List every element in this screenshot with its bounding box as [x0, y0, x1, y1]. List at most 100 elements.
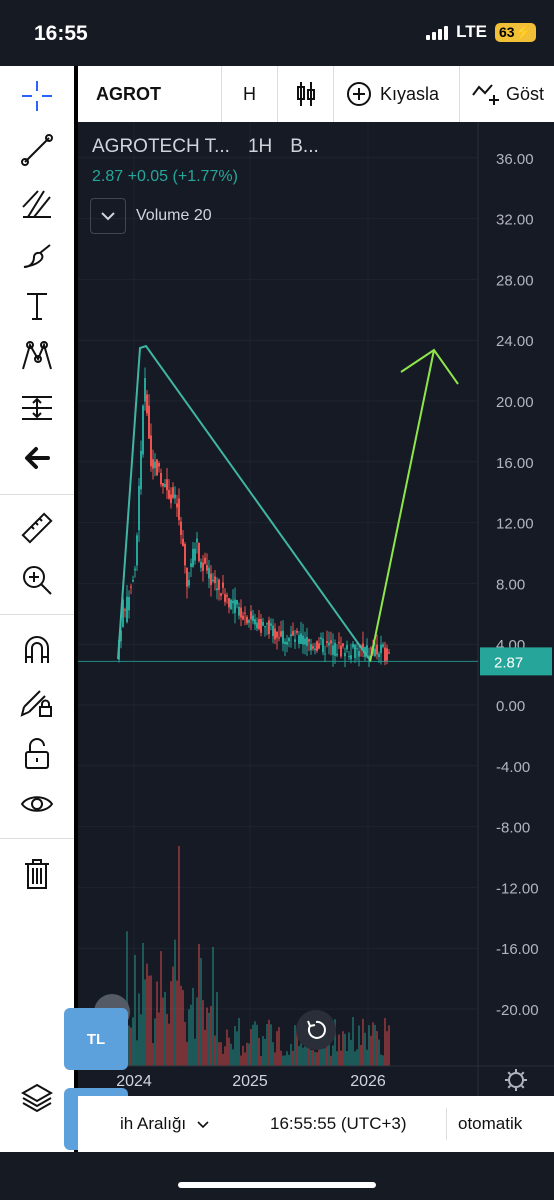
chart-panel[interactable]: 36.00 32.00 28.00 24.00 20.00 16.00 12.00 8.00 4…	[78, 122, 554, 1096]
volume-bar	[248, 1043, 250, 1066]
candle-body	[158, 463, 160, 467]
candle-body	[132, 580, 134, 582]
zoom-in-icon[interactable]	[0, 558, 74, 602]
volume-bar	[160, 951, 162, 1066]
currency-button[interactable]: TL	[64, 1008, 128, 1070]
volume-bar	[138, 993, 140, 1066]
candle-body	[234, 599, 236, 613]
candle-body	[232, 600, 234, 604]
candle-body	[226, 595, 228, 597]
indicators-button[interactable]: Göst	[460, 66, 554, 122]
clock-timezone[interactable]: 16:55:55 (UTC+3)	[270, 1114, 407, 1134]
symbol-button[interactable]: AGROT	[78, 66, 222, 122]
volume-bar	[154, 1018, 156, 1066]
magnet-icon[interactable]	[0, 628, 74, 672]
trendline-tool-icon[interactable]	[0, 128, 74, 172]
volume-bar	[196, 997, 198, 1066]
candle-body	[306, 637, 308, 646]
volume-label: Volume 20	[136, 207, 212, 224]
layers-icon[interactable]	[0, 1076, 74, 1120]
brush-tool-icon[interactable]	[0, 234, 74, 278]
candle-body	[144, 378, 146, 402]
chart-type-button[interactable]	[278, 66, 334, 122]
signal-icon	[426, 24, 449, 40]
volume-bar	[216, 992, 218, 1066]
price-tick-label: 8.00	[496, 576, 525, 593]
text-tool-icon[interactable]	[0, 284, 74, 328]
candle-body	[216, 588, 218, 591]
measure-range-icon[interactable]	[0, 386, 74, 430]
volume-bar	[194, 1038, 196, 1066]
candle-body	[202, 562, 204, 571]
volume-bar	[244, 1052, 246, 1066]
network-label: LTE	[456, 22, 487, 41]
volume-bar	[316, 1052, 318, 1066]
volume-bar	[134, 954, 136, 1066]
candle-body	[244, 612, 246, 614]
candle-body	[188, 580, 190, 586]
candle-body	[228, 598, 230, 608]
plus-circle-icon	[347, 82, 371, 106]
candle-body	[324, 653, 326, 655]
candle-body	[384, 647, 386, 662]
instrument-name[interactable]: AGROTECH T...	[92, 136, 230, 158]
volume-bar	[384, 1017, 386, 1066]
lock-drawing-icon[interactable]	[0, 680, 74, 724]
candle-body	[294, 639, 296, 642]
drawings	[117, 344, 459, 663]
scale-mode-button[interactable]: otomatik	[458, 1114, 522, 1134]
candle-body	[382, 644, 384, 647]
candle-body	[168, 489, 170, 499]
volume-bar	[288, 1054, 290, 1066]
compare-button[interactable]: Kıyasla	[334, 66, 460, 122]
volume-bar	[226, 1029, 228, 1066]
interval-button[interactable]: H	[222, 66, 278, 122]
candle-body	[266, 623, 268, 625]
ruler-icon[interactable]	[0, 506, 74, 550]
unlock-icon[interactable]	[0, 732, 74, 776]
candle-body	[218, 579, 220, 590]
volume-bar	[246, 1042, 248, 1066]
candle-body	[316, 641, 318, 651]
volume-bar	[146, 963, 148, 1066]
candle-body	[284, 641, 286, 645]
volume-bar	[220, 1042, 222, 1066]
volume-bar	[150, 975, 152, 1066]
candle-body	[212, 579, 214, 582]
candle-body	[198, 542, 200, 562]
candle-body	[320, 637, 322, 640]
gear-icon[interactable]	[505, 1069, 527, 1091]
volume-bar	[292, 1050, 294, 1066]
crosshair-icon[interactable]	[0, 74, 74, 118]
volume-bar	[356, 1049, 358, 1066]
candle-body	[326, 641, 328, 643]
price-chart[interactable]: 36.0032.0028.0024.0020.0016.0012.008.004…	[78, 122, 554, 1096]
volume-bar	[352, 1017, 354, 1066]
candle-body	[288, 637, 290, 642]
volume-bar	[178, 846, 180, 1066]
volume-bar	[208, 1012, 210, 1066]
legend-interval: 1H	[247, 136, 273, 157]
pattern-tool-icon[interactable]	[0, 334, 74, 378]
fib-tool-icon[interactable]	[0, 182, 74, 226]
candle-body	[358, 650, 360, 657]
candle-body	[354, 644, 356, 659]
back-arrow-icon[interactable]	[0, 436, 74, 480]
candle-body	[152, 459, 154, 469]
reset-chart-button[interactable]	[296, 1010, 336, 1050]
date-range-button[interactable]: ih Aralığı	[120, 1114, 209, 1134]
volume-bar	[180, 985, 182, 1066]
volume-bar	[210, 1005, 212, 1066]
volume-bar	[378, 1039, 380, 1066]
eye-icon[interactable]	[0, 782, 74, 826]
candle-body	[356, 648, 358, 650]
candle-body	[214, 576, 216, 584]
candle-body	[154, 461, 156, 469]
candle-body	[184, 544, 186, 566]
candle-body	[370, 647, 372, 649]
candle-body	[126, 596, 128, 623]
collapse-legend-button[interactable]	[90, 198, 126, 234]
volume-bar	[280, 1050, 282, 1066]
trash-icon[interactable]	[0, 852, 74, 896]
candle-body	[336, 653, 338, 656]
